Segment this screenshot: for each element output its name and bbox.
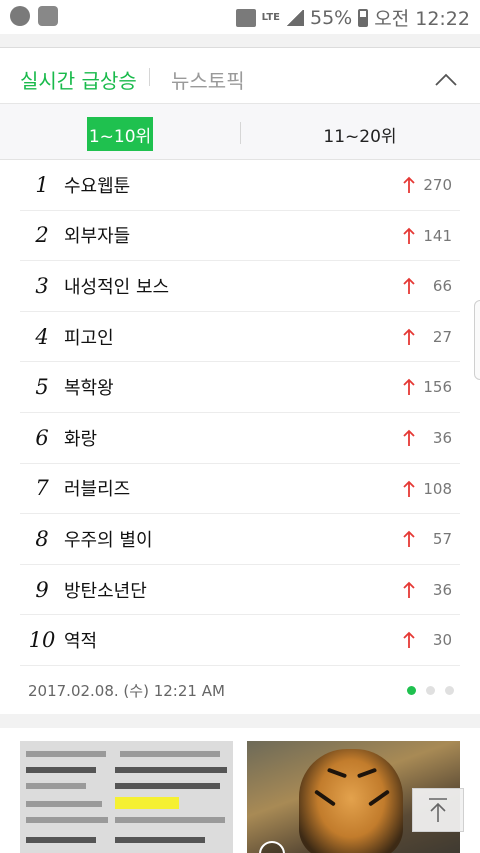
rank-change: 156 xyxy=(423,378,452,397)
document-text-line xyxy=(26,801,102,807)
arrow-up-icon xyxy=(403,530,415,548)
rank-number: 3 xyxy=(35,273,49,298)
edge-panel-handle[interactable] xyxy=(474,300,480,380)
document-text-line xyxy=(26,751,106,757)
play-icon[interactable] xyxy=(259,841,285,853)
document-text-line xyxy=(26,817,108,823)
list-item[interactable]: 2 외부자들 141 xyxy=(20,211,460,262)
list-item[interactable]: 4 피고인 27 xyxy=(20,312,460,363)
rank-change: 27 xyxy=(432,327,452,346)
keyword-label: 수요웹툰 xyxy=(64,175,131,197)
mute-icon xyxy=(235,8,256,27)
page-indicator xyxy=(407,686,454,695)
rank-number: 5 xyxy=(35,375,49,400)
mail-icon xyxy=(38,6,58,26)
keyword-label: 피고인 xyxy=(64,327,114,349)
keyword-label: 내성적인 보스 xyxy=(64,276,170,298)
update-timestamp: 2017.02.08. (수) 12:21 AM xyxy=(28,682,225,700)
arrow-up-icon xyxy=(403,176,415,193)
rank-change: 108 xyxy=(423,479,452,498)
document-text-line xyxy=(26,783,86,789)
list-item[interactable]: 8 우주의 별이 57 xyxy=(20,514,460,565)
rank-change: 36 xyxy=(432,428,452,447)
tiger-image xyxy=(299,749,403,853)
rank-change: 36 xyxy=(432,580,452,599)
news-thumbnail-document[interactable] xyxy=(20,741,233,853)
list-item[interactable]: 10 역적 30 xyxy=(20,615,460,666)
keyword-label: 복학왕 xyxy=(64,378,114,400)
rank-number: 7 xyxy=(35,476,49,501)
document-text-line xyxy=(115,783,220,789)
scroll-to-top-button[interactable] xyxy=(412,788,464,832)
rank-change: 30 xyxy=(432,631,452,650)
section-divider xyxy=(0,34,480,48)
document-text-line xyxy=(115,837,205,843)
list-item[interactable]: 6 화랑 36 xyxy=(20,413,460,464)
keyword-label: 방탄소년단 xyxy=(64,580,147,602)
keyword-label: 러블리즈 xyxy=(64,479,131,501)
document-text-line xyxy=(120,751,220,757)
rank-change: 57 xyxy=(432,530,452,549)
section-divider xyxy=(0,714,480,728)
list-item[interactable]: 5 복학왕 156 xyxy=(20,362,460,413)
tab-divider xyxy=(149,68,150,86)
document-text-line xyxy=(26,767,96,773)
signal-icon xyxy=(286,9,304,26)
battery-icon xyxy=(358,8,369,27)
list-item[interactable]: 9 방탄소년단 36 xyxy=(20,565,460,616)
keyword-label: 화랑 xyxy=(64,428,98,450)
rank-change: 66 xyxy=(432,277,452,296)
highlighted-text xyxy=(115,797,179,809)
tab-news-topic[interactable]: 뉴스토픽 xyxy=(171,65,245,94)
rank-range-tabs: 1~10위 11~20위 xyxy=(0,104,480,160)
list-item[interactable]: 3 내성적인 보스 66 xyxy=(20,261,460,312)
arrow-up-icon xyxy=(403,480,415,497)
keyword-label: 역적 xyxy=(64,631,98,653)
ranking-list: 1 수요웹툰 270 2 외부자들 141 3 내성적인 보스 66 4 피고인… xyxy=(20,160,460,666)
rank-number: 10 xyxy=(28,628,56,653)
tab-realtime-trending[interactable]: 실시간 급상승 xyxy=(20,65,137,94)
system-icons: LTE 55% 오전 12:22 xyxy=(235,4,470,31)
rank-change: 141 xyxy=(423,226,452,245)
document-text-line xyxy=(26,837,96,843)
list-item[interactable]: 7 러블리즈 108 xyxy=(20,464,460,515)
page-dot[interactable] xyxy=(426,686,435,695)
arrow-up-icon xyxy=(403,429,415,446)
clock: 오전 12:22 xyxy=(374,8,470,30)
rank-number: 6 xyxy=(35,425,49,450)
notification-icons xyxy=(10,6,58,26)
arrow-up-icon xyxy=(429,798,447,822)
keyword-label: 외부자들 xyxy=(64,226,131,248)
rank-change: 270 xyxy=(423,176,452,194)
page-dot-active[interactable] xyxy=(407,686,416,695)
rank-number: 4 xyxy=(35,324,49,349)
rank-number: 9 xyxy=(35,577,49,602)
tab-rank-1-10[interactable]: 1~10위 xyxy=(87,117,153,151)
arrow-up-icon xyxy=(403,581,415,598)
document-text-line xyxy=(115,767,227,773)
arrow-up-icon xyxy=(403,328,415,345)
rank-number: 2 xyxy=(35,223,49,248)
list-item[interactable]: 1 수요웹툰 270 xyxy=(20,160,460,211)
page-dot[interactable] xyxy=(445,686,454,695)
arrow-up-icon xyxy=(403,227,415,244)
trending-header: 실시간 급상승 뉴스토픽 xyxy=(0,48,480,104)
chevron-up-icon[interactable] xyxy=(434,68,458,92)
battery-percent: 55% xyxy=(310,6,353,29)
arrow-up-icon xyxy=(403,632,415,649)
status-bar: LTE 55% 오전 12:22 xyxy=(0,0,480,34)
document-text-line xyxy=(115,817,225,823)
rank-number: 1 xyxy=(35,172,49,197)
range-divider xyxy=(240,122,241,144)
arrow-up-icon xyxy=(403,379,415,396)
news-thumbnails xyxy=(0,728,480,853)
arrow-up-icon xyxy=(403,277,415,295)
rank-number: 8 xyxy=(35,526,49,551)
tab-rank-11-20[interactable]: 11~20위 xyxy=(300,122,420,147)
keyword-label: 우주의 별이 xyxy=(64,529,153,551)
app-notification-icon xyxy=(10,6,30,26)
network-type: LTE xyxy=(261,12,280,23)
